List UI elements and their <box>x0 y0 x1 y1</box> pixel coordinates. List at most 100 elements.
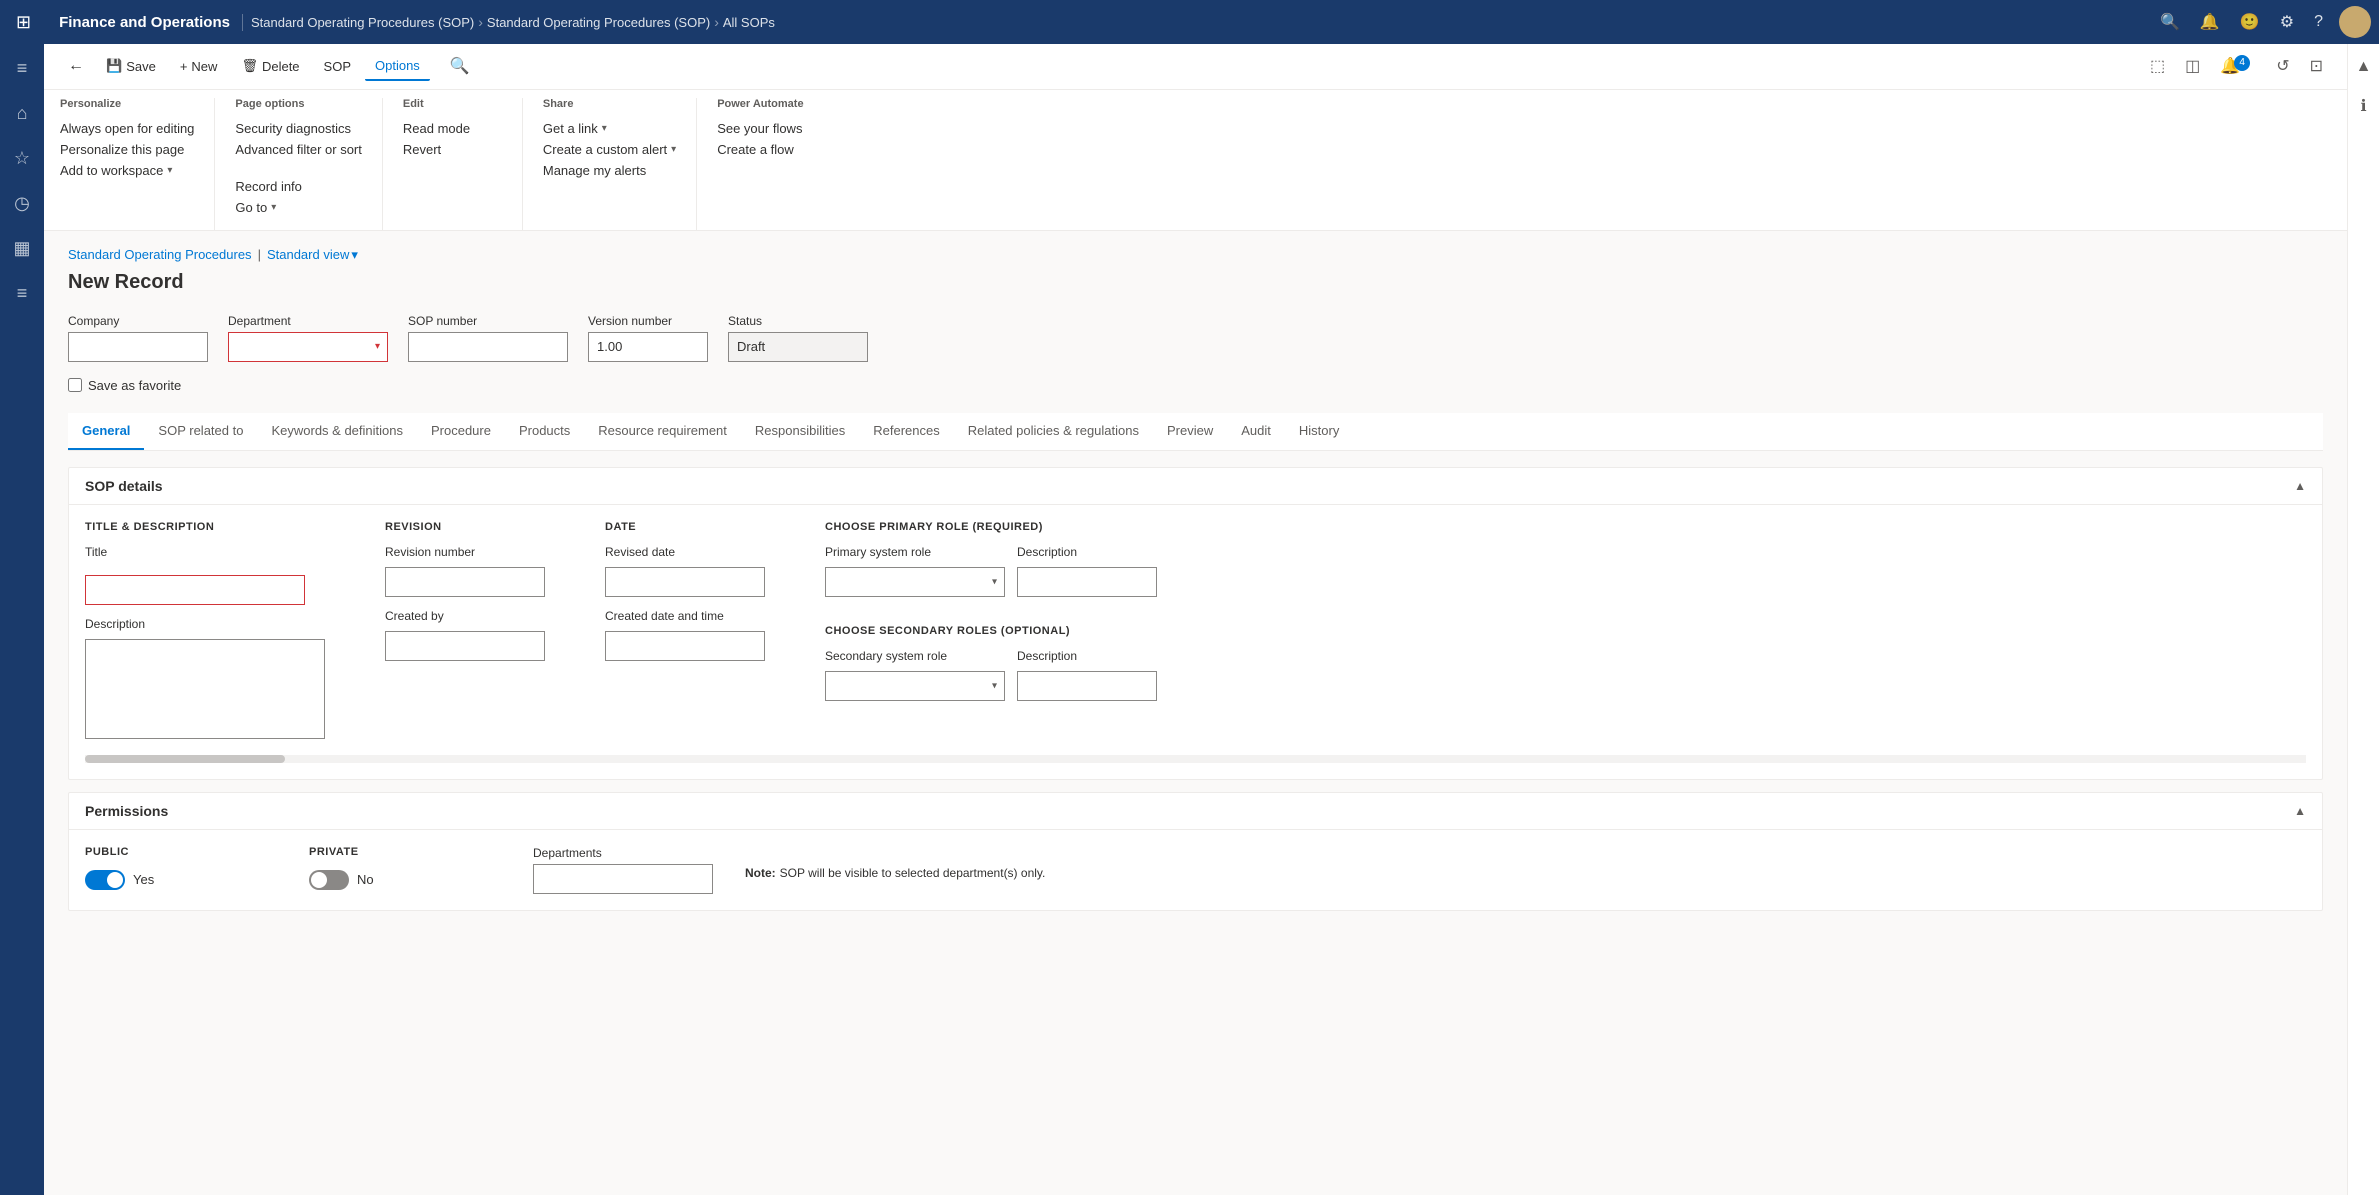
personalize-page-item[interactable]: Personalize this page <box>60 139 194 160</box>
tab-general[interactable]: General <box>68 413 144 450</box>
create-custom-alert-item[interactable]: Create a custom alert ▾ <box>543 139 676 160</box>
tab-preview[interactable]: Preview <box>1153 413 1227 450</box>
smiley-icon[interactable]: 🙂 <box>2236 8 2264 36</box>
private-section: PRIVATE No <box>309 846 509 894</box>
horizontal-scrollbar[interactable] <box>85 755 2306 763</box>
settings-icon[interactable]: ⚙ <box>2276 8 2298 36</box>
description-textarea[interactable] <box>85 639 325 739</box>
department-input[interactable] <box>228 332 388 362</box>
sidebar-hamburger-icon[interactable]: ≡ <box>0 48 44 89</box>
sop-button[interactable]: SOP <box>314 53 361 80</box>
get-link-item[interactable]: Get a link ▾ <box>543 118 676 139</box>
delete-button[interactable]: 🗑 Delete <box>231 52 309 80</box>
bell-icon[interactable]: 🔔 <box>2196 8 2224 36</box>
see-flows-item[interactable]: See your flows <box>717 118 817 139</box>
layout-icon[interactable]: ⬚ <box>2142 50 2173 82</box>
secondary-role-section-title: CHOOSE SECONDARY ROLES (OPTIONAL) <box>825 625 2282 637</box>
version-input[interactable] <box>588 332 708 362</box>
tab-sop-related-to[interactable]: SOP related to <box>144 413 257 450</box>
breadcrumb-item-3[interactable]: All SOPs <box>723 15 775 30</box>
public-toggle[interactable] <box>85 870 125 890</box>
sidebar-home-icon[interactable]: ⌂ <box>0 93 44 134</box>
primary-desc-input[interactable] <box>1017 567 1157 597</box>
sidebar-favorites-icon[interactable]: ☆ <box>0 138 44 179</box>
sop-number-input[interactable] <box>408 332 568 362</box>
options-button[interactable]: Options <box>365 52 430 81</box>
breadcrumb-sep-2: › <box>714 14 719 30</box>
read-mode-item[interactable]: Read mode <box>403 118 502 139</box>
tab-audit[interactable]: Audit <box>1227 413 1285 450</box>
permissions-collapse-icon[interactable]: ▲ <box>2294 804 2306 818</box>
grid-icon[interactable]: ⊞ <box>8 8 39 37</box>
always-open-editing-item[interactable]: Always open for editing <box>60 118 194 139</box>
private-toggle[interactable] <box>309 870 349 890</box>
sidebar-modules-icon[interactable]: ≡ <box>0 273 44 314</box>
breadcrumb-item-1[interactable]: Standard Operating Procedures (SOP) <box>251 15 474 30</box>
revised-date-input[interactable] <box>605 567 765 597</box>
title-input[interactable] <box>85 575 305 605</box>
expand-icon[interactable]: ⊡ <box>2302 50 2331 82</box>
tab-responsibilities[interactable]: Responsibilities <box>741 413 859 450</box>
revision-number-field: Revision number <box>385 545 581 597</box>
sidebar-workspaces-icon[interactable]: ▦ <box>0 228 44 269</box>
revision-number-label: Revision number <box>385 545 581 559</box>
primary-role-select[interactable] <box>825 567 1005 597</box>
permissions-header[interactable]: Permissions ▲ <box>69 793 2322 830</box>
split-icon[interactable]: ◫ <box>2177 50 2208 82</box>
permissions-body: PUBLIC Yes PRIVATE <box>69 830 2322 910</box>
private-toggle-knob <box>311 872 327 888</box>
title-desc-section-title: TITLE & DESCRIPTION <box>85 521 361 533</box>
form-row: Company Department ▾ SOP number Version … <box>68 314 2323 362</box>
create-flow-item[interactable]: Create a flow <box>717 139 817 160</box>
revision-number-input[interactable] <box>385 567 545 597</box>
toolbar-search-icon[interactable]: 🔍 <box>442 52 478 80</box>
add-to-workspace-item[interactable]: Add to workspace ▾ <box>60 160 194 181</box>
tab-related-policies[interactable]: Related policies & regulations <box>954 413 1153 450</box>
horizontal-scroll-thumb[interactable] <box>85 755 285 763</box>
revert-item[interactable]: Revert <box>403 139 502 160</box>
right-sidebar-collapse-icon[interactable]: ▲ <box>2350 52 2378 82</box>
secondary-role-select[interactable] <box>825 671 1005 701</box>
tab-references[interactable]: References <box>859 413 953 450</box>
search-icon[interactable]: 🔍 <box>2156 8 2184 36</box>
departments-input[interactable] <box>533 864 713 894</box>
right-sidebar-info-icon[interactable]: ℹ <box>2354 90 2372 122</box>
back-button[interactable]: ← <box>60 53 92 79</box>
manage-alerts-item[interactable]: Manage my alerts <box>543 160 676 181</box>
advanced-filter-item[interactable]: Advanced filter or sort <box>235 139 361 160</box>
record-info-item[interactable]: Record info <box>235 176 361 197</box>
options-menu: Personalize Always open for editing Pers… <box>44 90 2347 230</box>
sidebar-recent-icon[interactable]: ◷ <box>0 183 44 224</box>
created-date-field: Created date and time <box>605 609 801 661</box>
breadcrumb-item-2[interactable]: Standard Operating Procedures (SOP) <box>487 15 710 30</box>
sop-details-header[interactable]: SOP details ▲ <box>69 468 2322 505</box>
save-as-favorite-label[interactable]: Save as favorite <box>68 378 2323 393</box>
notification-icon[interactable]: 🔔4 <box>2212 50 2264 83</box>
tab-keywords[interactable]: Keywords & definitions <box>257 413 417 450</box>
public-label: Yes <box>133 872 154 887</box>
refresh-icon[interactable]: ↺ <box>2268 50 2297 82</box>
tab-resource[interactable]: Resource requirement <box>584 413 741 450</box>
go-to-item[interactable]: Go to ▾ <box>235 197 361 218</box>
save-as-favorite-checkbox[interactable] <box>68 378 82 392</box>
status-input <box>728 332 868 362</box>
page-breadcrumb-link[interactable]: Standard Operating Procedures <box>68 247 252 262</box>
personalize-group-title: Personalize <box>60 98 194 110</box>
tab-products[interactable]: Products <box>505 413 584 450</box>
save-button[interactable]: 💾 Save <box>96 52 166 80</box>
sop-details-collapse-icon[interactable]: ▲ <box>2294 479 2306 493</box>
tab-history[interactable]: History <box>1285 413 1353 450</box>
new-button[interactable]: + New <box>170 53 228 80</box>
standard-view-button[interactable]: Standard view ▾ <box>267 247 358 263</box>
secondary-desc-input[interactable] <box>1017 671 1157 701</box>
created-date-input[interactable] <box>605 631 765 661</box>
sop-details-title: SOP details <box>85 478 163 494</box>
get-link-arrow: ▾ <box>602 123 607 134</box>
tab-procedure[interactable]: Procedure <box>417 413 505 450</box>
help-icon[interactable]: ? <box>2310 9 2327 35</box>
avatar[interactable] <box>2339 6 2371 38</box>
company-input[interactable] <box>68 332 208 362</box>
secondary-role-label: Secondary system role <box>825 649 1005 663</box>
security-diagnostics-item[interactable]: Security diagnostics <box>235 118 361 139</box>
created-by-input[interactable] <box>385 631 545 661</box>
